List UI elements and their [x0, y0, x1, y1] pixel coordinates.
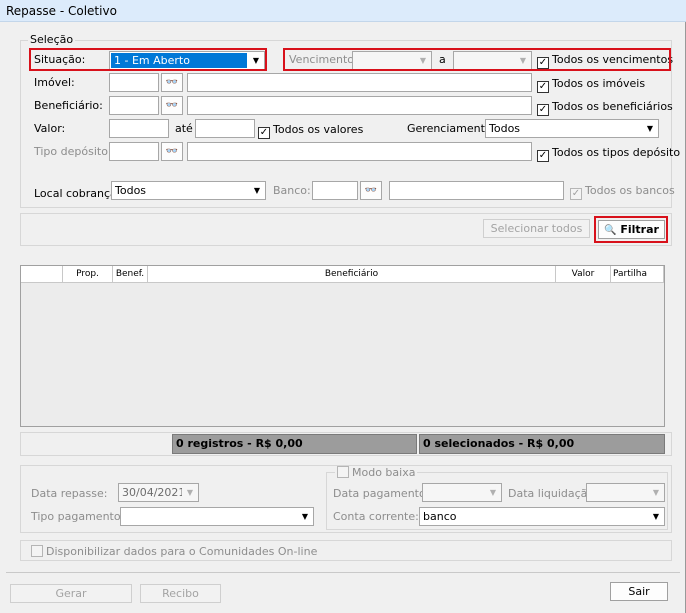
data-liquidacao-dropdown-icon[interactable]: ▼: [648, 484, 664, 501]
gerenciamento-select[interactable]: Todos ▼: [485, 119, 659, 138]
grid-header-benef[interactable]: Benef.: [113, 266, 148, 283]
gerenciamento-value: Todos: [489, 122, 521, 135]
todos-tipos-deposito-checkbox[interactable]: ✓ Todos os tipos depósito: [537, 146, 680, 162]
tipo-deposito-description-input[interactable]: [187, 142, 532, 161]
beneficiario-search-binoculars-icon[interactable]: 👓: [161, 96, 183, 115]
selecao-legend: Seleção: [28, 33, 76, 46]
data-repasse-dropdown-icon[interactable]: ▼: [182, 484, 198, 501]
local-cobranca-dropdown-icon[interactable]: ▼: [249, 182, 265, 199]
imovel-search-binoculars-icon[interactable]: 👓: [161, 73, 183, 92]
checkbox-icon: [337, 466, 349, 478]
tipo-deposito-binoculars-icon[interactable]: 👓: [161, 142, 183, 161]
checkmark-icon: ✓: [537, 81, 549, 93]
valor-between: até: [175, 122, 193, 135]
recibo-button[interactable]: Recibo: [140, 584, 221, 603]
local-cobranca-label: Local cobrança: [34, 187, 117, 200]
checkmark-icon: ✓: [537, 104, 549, 116]
imovel-description-input[interactable]: [187, 73, 532, 92]
vencimento-highlight: [283, 48, 671, 71]
beneficiario-description-input[interactable]: [187, 96, 532, 115]
imovel-label: Imóvel:: [34, 76, 75, 89]
valor-label: Valor:: [34, 122, 66, 135]
todos-imoveis-checkbox[interactable]: ✓ Todos os imóveis: [537, 77, 645, 93]
tipo-deposito-code-input[interactable]: [109, 142, 159, 161]
selecionar-todos-button[interactable]: Selecionar todos: [483, 219, 590, 238]
local-cobranca-select[interactable]: Todos ▼: [111, 181, 266, 200]
valor-max-input[interactable]: [195, 119, 255, 138]
grid-header-partilha[interactable]: Partilha: [611, 266, 664, 283]
todos-valores-checkbox[interactable]: ✓ Todos os valores: [258, 123, 363, 139]
banco-binoculars-icon[interactable]: 👓: [360, 181, 382, 200]
conta-corrente-label: Conta corrente:: [333, 510, 419, 523]
footer-separator: [6, 572, 680, 573]
checkmark-icon: ✓: [537, 150, 549, 162]
data-liquidacao-label: Data liquidação:: [508, 487, 598, 500]
grid-header-beneficiario[interactable]: Beneficiário: [148, 266, 556, 283]
valor-min-input[interactable]: [109, 119, 169, 138]
tipo-pagamento-select[interactable]: ▼: [120, 507, 314, 526]
tipo-pagamento-dropdown-icon[interactable]: ▼: [297, 508, 313, 525]
data-liquidacao-input[interactable]: ▼: [586, 483, 665, 502]
modo-baixa-checkbox[interactable]: Modo baixa: [335, 466, 418, 479]
filtrar-highlight: [594, 216, 668, 243]
local-cobranca-value: Todos: [115, 184, 147, 197]
gerenciamento-label: Gerenciamento:: [407, 122, 496, 135]
data-repasse-value: 30/04/2021: [122, 486, 186, 499]
results-grid[interactable]: Prop. Benef. Beneficiário Valor Partilha: [20, 265, 665, 427]
situacao-highlight: [29, 48, 267, 71]
banco-description-input[interactable]: [389, 181, 564, 200]
disponibilizar-online-checkbox[interactable]: Disponibilizar dados para o Comunidades …: [31, 545, 317, 558]
data-repasse-input[interactable]: 30/04/2021 ▼: [118, 483, 199, 502]
grid-header-valor[interactable]: Valor: [556, 266, 611, 283]
todos-bancos-checkbox[interactable]: ✓ Todos os bancos: [570, 184, 675, 200]
repasse-window: Repasse - Coletivo Seleção Situação: 1 -…: [0, 0, 686, 613]
conta-corrente-value: banco: [423, 510, 457, 523]
sair-button[interactable]: Sair: [610, 582, 668, 601]
imovel-code-input[interactable]: [109, 73, 159, 92]
todos-beneficiarios-checkbox[interactable]: ✓ Todos os beneficiários: [537, 100, 673, 116]
window-title: Repasse - Coletivo: [6, 4, 117, 18]
checkmark-icon: ✓: [570, 188, 582, 200]
tipo-deposito-label: Tipo depósito:: [34, 145, 112, 158]
data-pagamento-dropdown-icon[interactable]: ▼: [485, 484, 501, 501]
data-pagamento-label: Data pagamento:: [333, 487, 430, 500]
conta-corrente-dropdown-icon[interactable]: ▼: [648, 508, 664, 525]
beneficiario-code-input[interactable]: [109, 96, 159, 115]
data-pagamento-input[interactable]: ▼: [422, 483, 502, 502]
title-bar: Repasse - Coletivo: [0, 0, 686, 22]
status-bar: [20, 432, 672, 456]
banco-label: Banco:: [273, 184, 311, 197]
checkmark-icon: ✓: [258, 127, 270, 139]
banco-code-input[interactable]: [312, 181, 358, 200]
beneficiario-label: Beneficiário:: [34, 99, 103, 112]
grid-header-prop[interactable]: Prop.: [63, 266, 113, 283]
data-repasse-label: Data repasse:: [31, 487, 108, 500]
checkbox-icon: [31, 545, 43, 557]
tipo-pagamento-label: Tipo pagamento:: [31, 510, 125, 523]
gerenciamento-dropdown-icon[interactable]: ▼: [642, 120, 658, 137]
conta-corrente-select[interactable]: banco ▼: [419, 507, 665, 526]
gerar-button[interactable]: Gerar: [10, 584, 132, 603]
grid-header-select[interactable]: [21, 266, 63, 283]
